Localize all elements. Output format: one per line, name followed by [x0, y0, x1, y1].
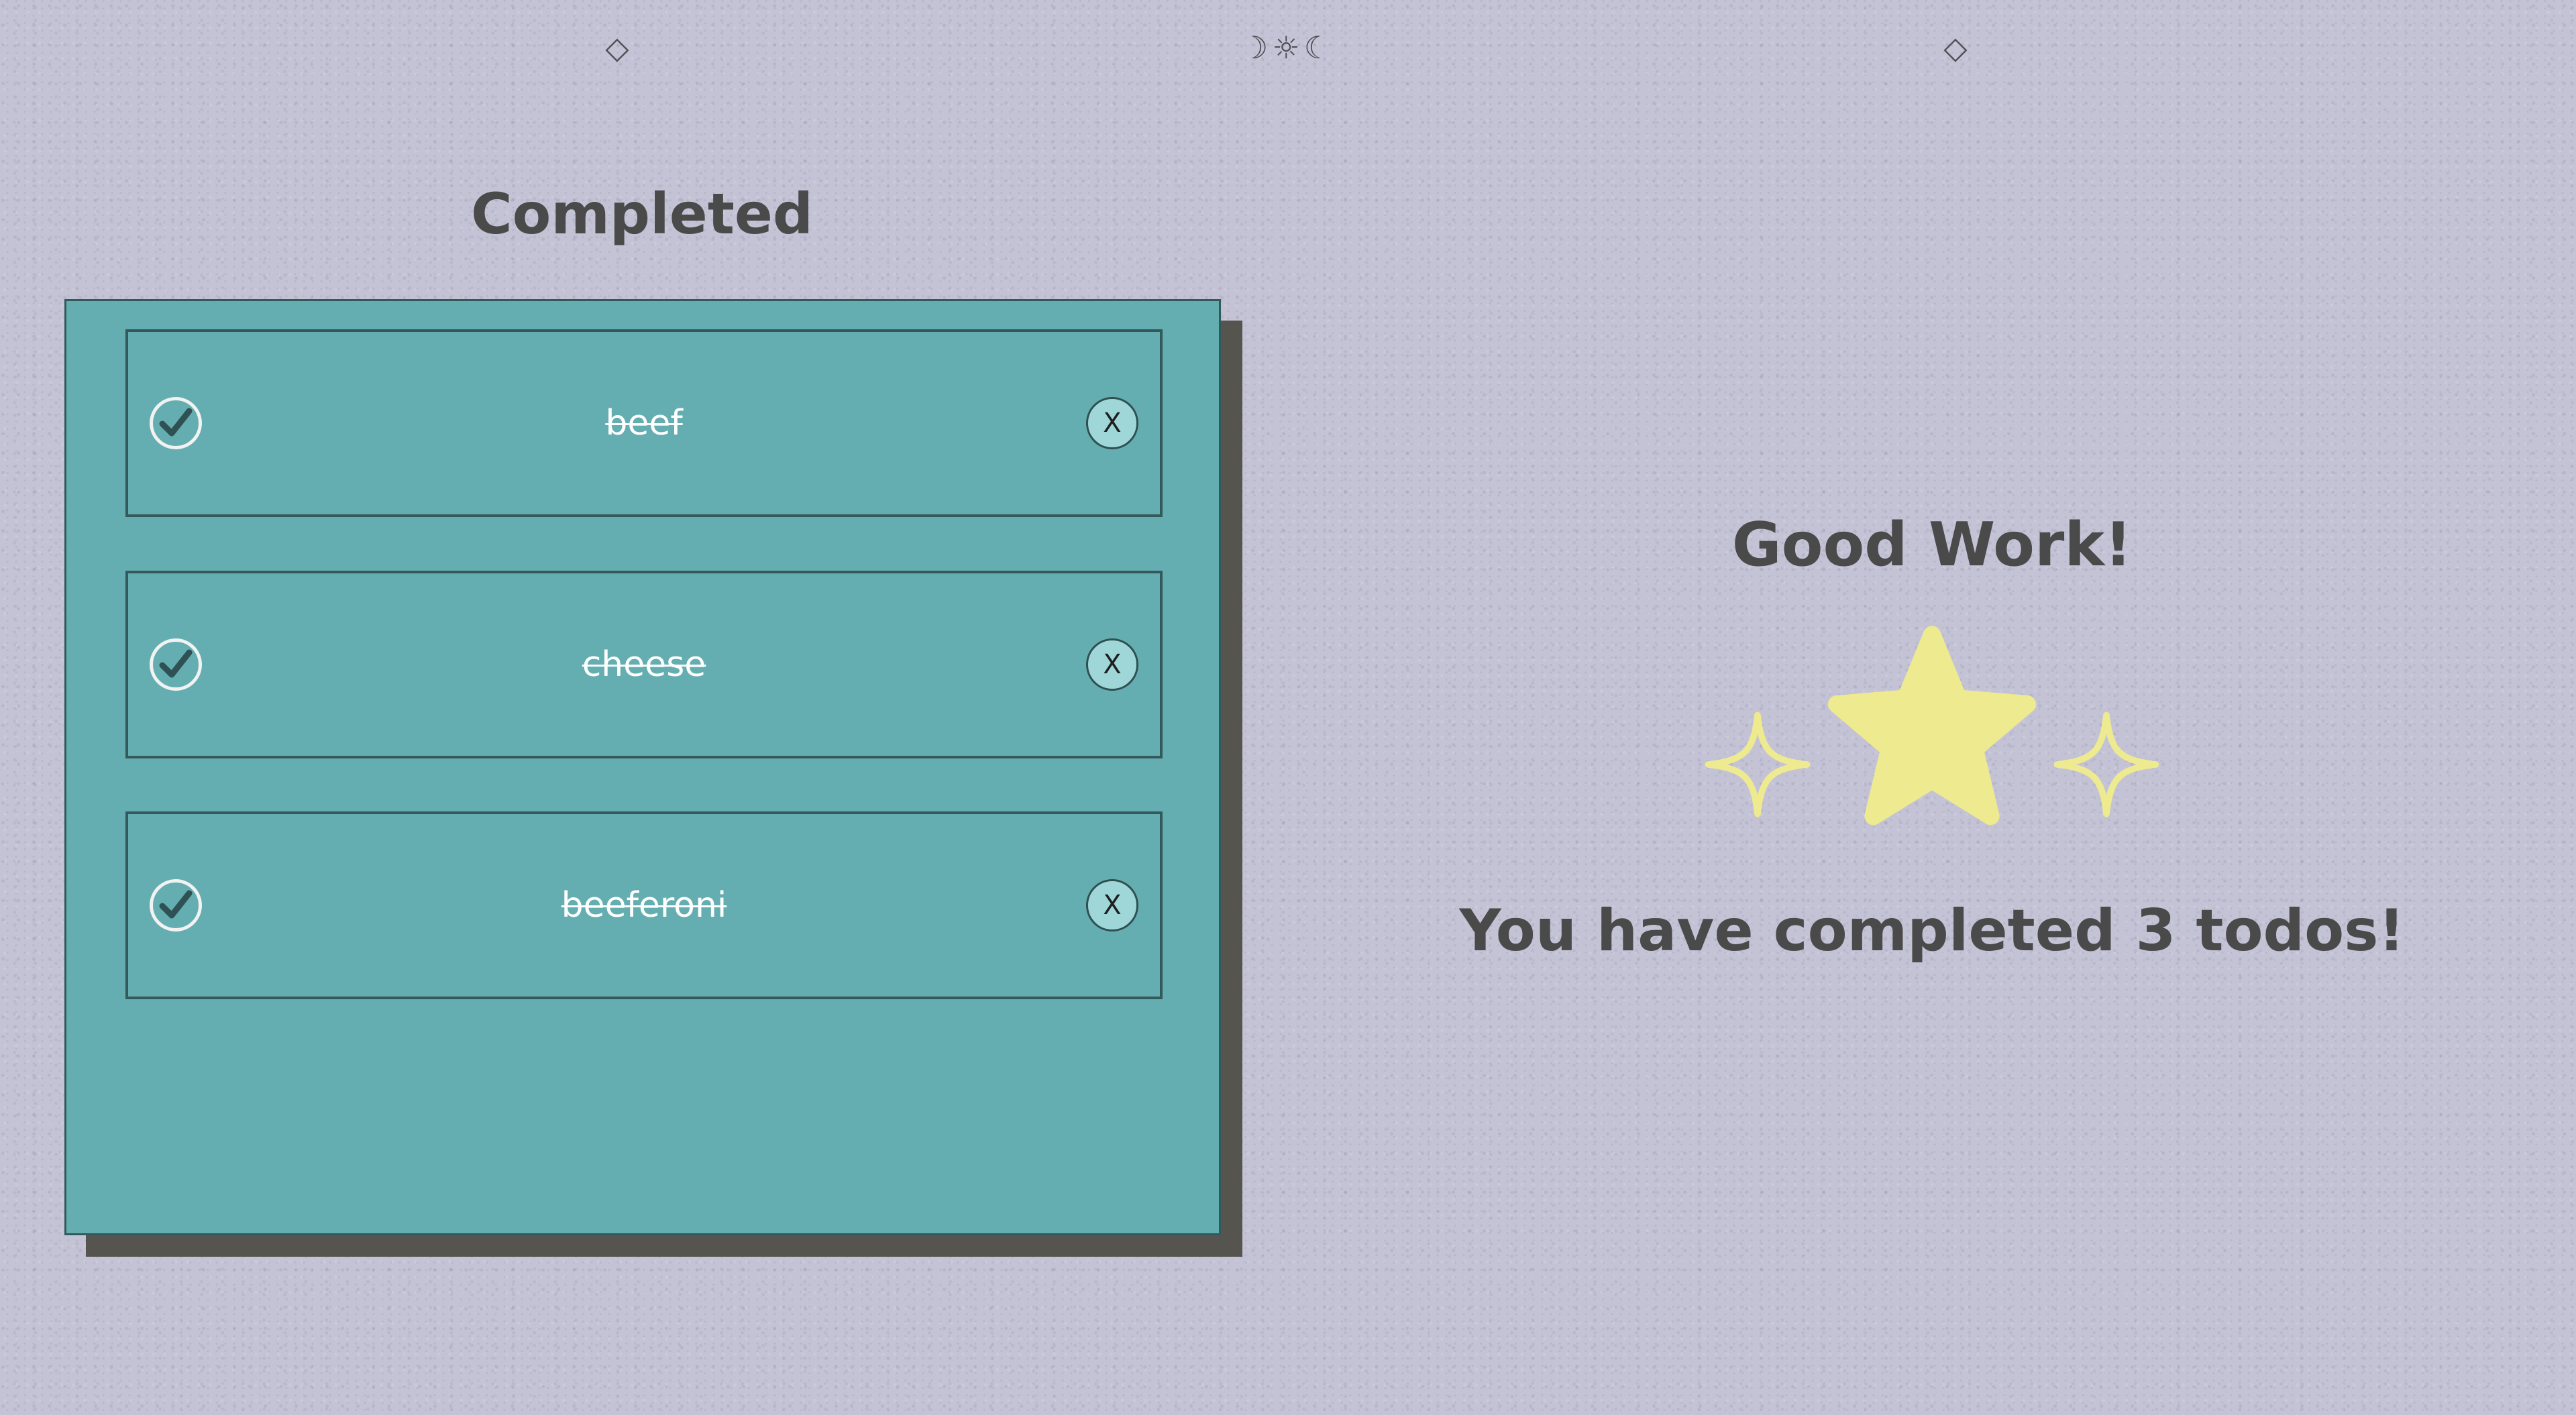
completed-todo-panel: beef X cheese X beeferoni X	[64, 299, 1221, 1235]
todo-text: cheese	[582, 644, 706, 685]
star-icon	[1827, 626, 2037, 826]
delete-button[interactable]: X	[1086, 397, 1138, 449]
left-diamond-ornament: ◇	[605, 30, 629, 66]
right-diamond-ornament: ◇	[1943, 30, 1968, 66]
sun-moon-ornament: ☽☼☾	[1240, 30, 1336, 66]
completed-count-message: You have completed 3 todos!	[1459, 897, 2405, 964]
todo-item: beeferoni X	[125, 811, 1163, 999]
todo-text: beef	[605, 403, 683, 443]
delete-button[interactable]: X	[1086, 638, 1138, 691]
stars-illustration	[1704, 624, 2160, 845]
sparkle-icon	[2053, 712, 2159, 817]
delete-button[interactable]: X	[1086, 879, 1138, 931]
good-work-heading: Good Work!	[1731, 510, 2133, 580]
todo-item: cheese X	[125, 571, 1163, 758]
completed-title: Completed	[470, 181, 814, 247]
todo-text: beeferoni	[561, 885, 727, 925]
todo-item: beef X	[125, 329, 1163, 517]
sparkle-icon	[1705, 712, 1811, 817]
